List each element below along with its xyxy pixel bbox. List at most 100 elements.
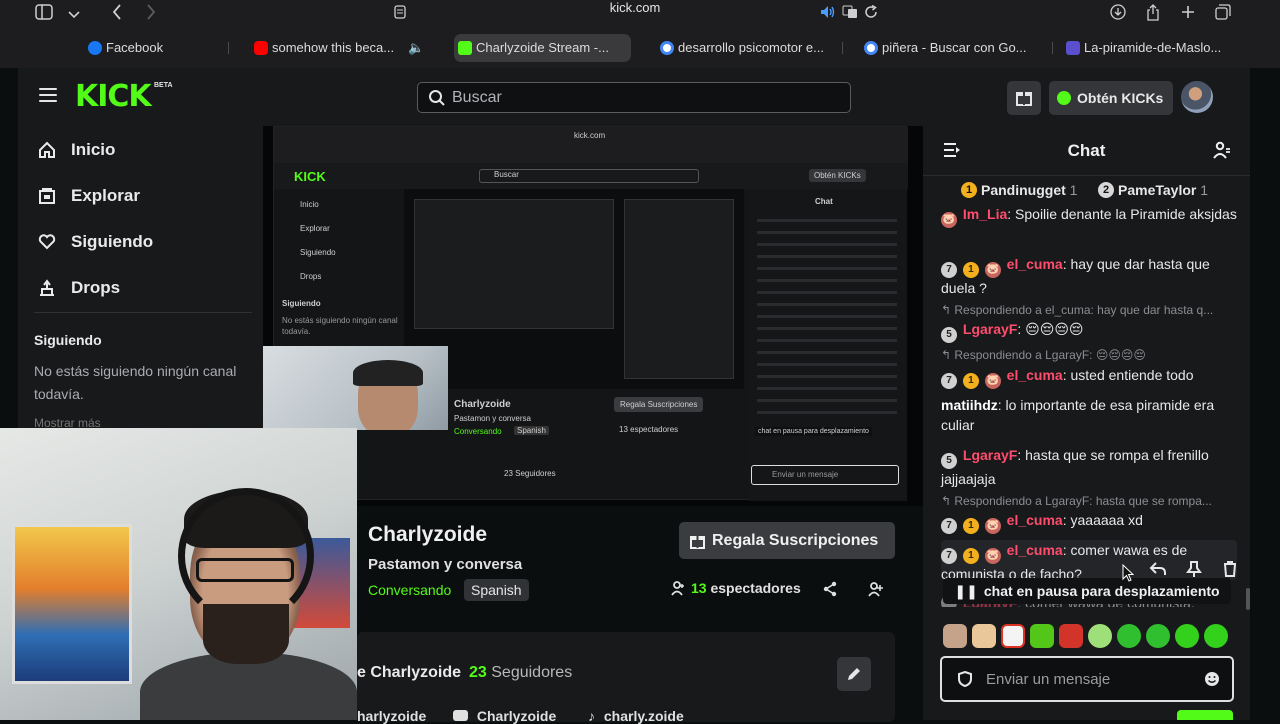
months-badge: 7 bbox=[941, 262, 957, 278]
chat-text: : Spoilie denante la Piramide aksjdas bbox=[1007, 206, 1237, 222]
chat-input[interactable] bbox=[986, 666, 1186, 692]
tab-charlyzoide-stream[interactable]: Charlyzoide Stream -... bbox=[454, 34, 631, 62]
edit-button[interactable] bbox=[837, 657, 871, 691]
speaker-icon[interactable]: 🔈 bbox=[408, 34, 424, 62]
chat-input-box[interactable] bbox=[940, 656, 1234, 702]
chat-username[interactable]: LgarayF bbox=[963, 321, 1017, 337]
chat-username[interactable]: el_cuma bbox=[1007, 367, 1063, 383]
user-avatar[interactable] bbox=[1181, 81, 1213, 113]
download-icon[interactable] bbox=[1106, 4, 1130, 26]
emote[interactable] bbox=[1146, 624, 1170, 648]
emote[interactable] bbox=[1030, 624, 1054, 648]
emote[interactable] bbox=[943, 624, 967, 648]
browser-toolbar: kick.com bbox=[0, 0, 1280, 32]
gift-button[interactable] bbox=[1007, 81, 1041, 115]
emote[interactable] bbox=[972, 624, 996, 648]
kicks-label: Obtén KICKs bbox=[1077, 90, 1164, 106]
social-link-youtube[interactable]: Charlyzoide bbox=[453, 708, 556, 724]
chat-username[interactable]: el_cuma bbox=[1007, 542, 1063, 558]
chevron-down-icon[interactable] bbox=[62, 4, 86, 26]
chat-username[interactable]: LgarayF bbox=[963, 447, 1017, 463]
sidebar-item-inicio[interactable]: Inicio bbox=[36, 135, 256, 165]
language-badge[interactable]: Spanish bbox=[464, 579, 529, 601]
reply-text: Respondiendo a LgarayF: hasta que se rom… bbox=[954, 494, 1212, 508]
address-bar[interactable]: kick.com bbox=[560, 0, 710, 16]
gifter-item[interactable]: 1 Pandinugget 1 bbox=[961, 182, 1077, 198]
share-icon[interactable] bbox=[1141, 4, 1165, 26]
trash-icon[interactable] bbox=[1221, 560, 1239, 578]
menu-icon[interactable] bbox=[39, 88, 57, 102]
chat-username[interactable]: el_cuma bbox=[1007, 256, 1063, 272]
tab-piramide[interactable]: La-piramide-de-Maslo... bbox=[1062, 34, 1252, 62]
chat-username[interactable]: el_cuma bbox=[1007, 512, 1063, 528]
chat-message[interactable]: matiihdz: lo importante de esa piramide … bbox=[941, 395, 1237, 435]
social-link-tiktok[interactable]: ♪ charly.zoide bbox=[588, 708, 684, 724]
sidebar-toggle-icon[interactable] bbox=[32, 4, 56, 26]
tab-desarrollo[interactable]: desarrollo psicomotor e... bbox=[656, 34, 836, 62]
video-player[interactable]: kick.com KICK Buscar Obtén KICKs Inicio … bbox=[263, 126, 923, 506]
tab-pinera[interactable]: piñera - Buscar con Go... bbox=[860, 34, 1050, 62]
chat-message[interactable]: 🐷 Im_Lia: Spoilie denante la Piramide ak… bbox=[941, 204, 1237, 228]
follow-user-icon[interactable] bbox=[868, 581, 884, 597]
social-link[interactable]: harlyzoide bbox=[357, 708, 426, 724]
back-icon[interactable] bbox=[105, 4, 129, 26]
gifter-item[interactable]: 2 PameTaylor 1 bbox=[1098, 182, 1208, 198]
get-kicks-button[interactable]: Obtén KICKs bbox=[1049, 81, 1173, 115]
gift-icon bbox=[1016, 92, 1032, 106]
search-input[interactable] bbox=[452, 83, 842, 112]
tab-youtube[interactable]: somehow this beca... 🔈 bbox=[250, 34, 440, 62]
share-icon[interactable] bbox=[822, 581, 838, 597]
forward-icon[interactable] bbox=[139, 4, 163, 26]
reload-icon[interactable] bbox=[859, 4, 883, 26]
browser-chrome: kick.com Facebook somehow this beca... 🔈… bbox=[0, 0, 1280, 68]
chat-message[interactable]: 5 LgarayF: 😔😔😔😔 bbox=[941, 319, 1237, 343]
emote[interactable] bbox=[1204, 624, 1228, 648]
reader-icon[interactable] bbox=[388, 4, 412, 26]
send-button[interactable] bbox=[1177, 710, 1233, 720]
emote[interactable] bbox=[1117, 624, 1141, 648]
tab-facebook[interactable]: Facebook bbox=[84, 34, 244, 62]
nested-followers: 23 Seguidores bbox=[504, 469, 556, 478]
chat-paused-banner[interactable]: ❚❚ chat en pausa para desplazamiento bbox=[943, 578, 1231, 604]
chat-message[interactable]: 7 1 🐷 el_cuma: usted entiende todo bbox=[941, 365, 1237, 389]
users-icon[interactable] bbox=[1213, 141, 1231, 159]
webcam-overlay-small bbox=[263, 346, 448, 430]
site-header: KICK BETA Obtén KICKs bbox=[18, 68, 1250, 126]
chat-username[interactable]: matiihdz bbox=[941, 397, 998, 413]
tab-overview-icon[interactable] bbox=[1211, 4, 1235, 26]
chat-message[interactable]: 7 1 🐷 el_cuma: hay que dar hasta que due… bbox=[941, 254, 1237, 298]
audio-icon[interactable] bbox=[816, 4, 840, 26]
sidebar-item-siguiendo[interactable]: Siguiendo bbox=[36, 227, 256, 257]
chat-scrollbar[interactable] bbox=[1246, 588, 1250, 610]
social-label: harlyzoide bbox=[357, 708, 427, 724]
reply-icon[interactable] bbox=[1149, 560, 1167, 578]
months-badge: 5 bbox=[941, 453, 957, 469]
tab-label: somehow this beca... bbox=[272, 40, 395, 55]
emote[interactable] bbox=[1175, 624, 1199, 648]
sidebar-item-drops[interactable]: Drops bbox=[36, 273, 256, 303]
nested-title: Pastamon y conversa bbox=[454, 414, 531, 423]
search-bar[interactable] bbox=[417, 82, 851, 113]
new-tab-icon[interactable] bbox=[1176, 4, 1200, 26]
emote[interactable] bbox=[1001, 624, 1025, 648]
category-link[interactable]: Conversando bbox=[368, 582, 451, 598]
gifter-name: Pandinugget bbox=[981, 182, 1066, 198]
kick-logo[interactable]: KICK bbox=[75, 80, 152, 114]
chat-username[interactable]: Im_Lia bbox=[963, 206, 1007, 222]
pin-icon[interactable] bbox=[1185, 560, 1203, 578]
chat-message[interactable]: 5 LgarayF: hasta que se rompa el frenill… bbox=[941, 445, 1237, 489]
chat-message[interactable]: 7 1 🐷 el_cuma: yaaaaaa xd bbox=[941, 510, 1237, 534]
mouse-cursor-icon bbox=[1122, 564, 1134, 582]
viewer-count: 13 espectadores bbox=[671, 580, 801, 596]
chat-text: : 😔😔😔😔 bbox=[1017, 321, 1084, 337]
emote[interactable] bbox=[1059, 624, 1083, 648]
emote[interactable] bbox=[1088, 624, 1112, 648]
months-badge: 7 bbox=[941, 373, 957, 389]
sidebar-item-explorar[interactable]: Explorar bbox=[36, 181, 256, 211]
pig-badge-icon: 🐷 bbox=[941, 212, 957, 228]
gift-subs-button[interactable]: Regala Suscripciones bbox=[679, 522, 895, 559]
beta-badge: BETA bbox=[154, 82, 173, 89]
chat-text: : hay que dar hasta que duela ? bbox=[941, 256, 1210, 296]
emoji-icon[interactable] bbox=[1204, 671, 1220, 687]
streamer-name[interactable]: Charlyzoide bbox=[368, 523, 487, 547]
